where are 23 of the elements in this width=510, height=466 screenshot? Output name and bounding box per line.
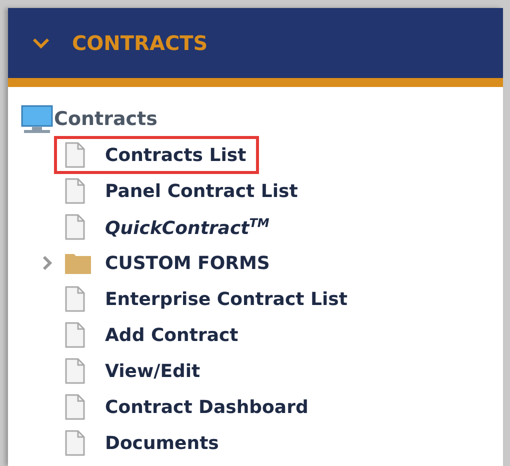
tree-item[interactable]: QuickContract$^{TM}$ <box>54 208 282 246</box>
tree-item[interactable]: CUSTOM FORMS <box>54 244 283 282</box>
tree-item[interactable]: Enterprise Contract List <box>54 280 360 318</box>
section-title[interactable]: CONTRACTS <box>72 31 208 55</box>
document-icon <box>65 142 85 168</box>
tree-item[interactable]: Add Contract <box>54 316 252 354</box>
tree-root-label[interactable]: Contracts <box>54 108 158 130</box>
document-icon <box>65 394 85 420</box>
tree-item[interactable]: Contracts List <box>54 136 260 174</box>
tree-item[interactable]: Panel Contract List <box>54 172 311 210</box>
tree-item[interactable]: Documents <box>54 424 232 462</box>
document-icon <box>65 322 85 348</box>
expand-chevron-icon[interactable] <box>40 255 54 271</box>
tree-item[interactable]: Contract Dashboard <box>54 388 322 426</box>
document-icon <box>65 430 85 456</box>
tree-item[interactable]: View/Edit <box>54 352 214 390</box>
chevron-icon[interactable] <box>32 36 50 50</box>
document-icon <box>65 358 85 384</box>
document-icon <box>65 178 85 204</box>
document-icon <box>65 286 85 312</box>
monitor-icon <box>20 104 54 134</box>
folder-icon <box>65 252 91 274</box>
document-icon <box>65 214 85 240</box>
